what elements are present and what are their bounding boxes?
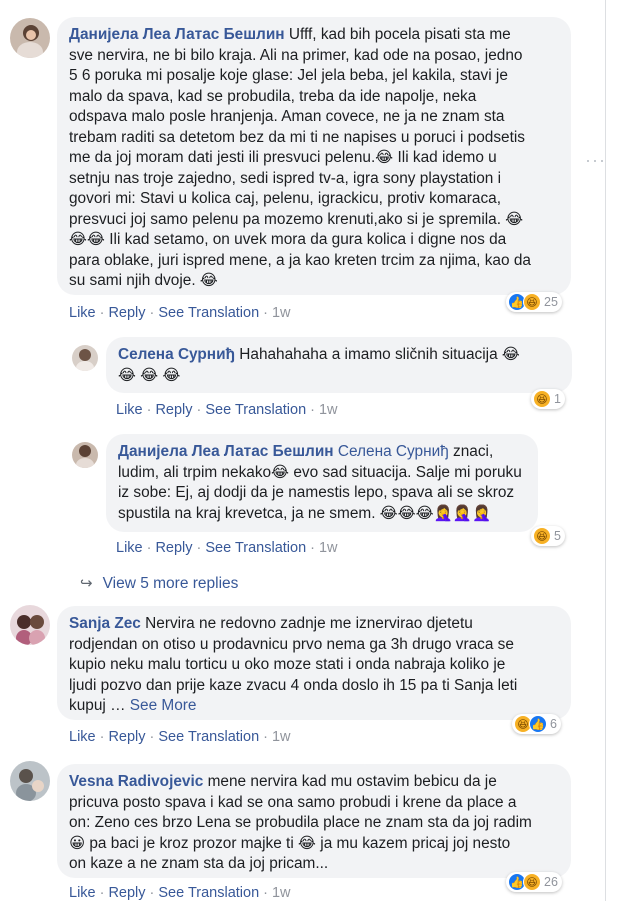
reaction-count: 5	[554, 529, 561, 543]
comment-text-line: 😀 pa baci je kroz prozor majke ti 😂 ja m…	[69, 834, 511, 852]
comment-text-line: ljudi pozvo dan prije kaze zvacu 4 onda …	[69, 676, 518, 694]
comment-text-line: rodjendan on otiso u prodavnicu prvo nem…	[69, 635, 514, 653]
timestamp[interactable]: 1w	[272, 885, 291, 901]
avatar-photo-icon	[10, 761, 50, 801]
reply-link[interactable]: Reply	[108, 885, 145, 901]
view-more-replies-link[interactable]: ↪ View 5 more replies	[80, 574, 238, 593]
haha-reaction-icon: 😆	[533, 390, 551, 408]
comment-actions: Like · Reply · See Translation · 1w	[69, 729, 291, 745]
comment-bubble: Sanja Zec Nervira ne redovno zadnje me i…	[57, 606, 571, 720]
comment-actions: Like · Reply · See Translation · 1w	[69, 305, 291, 321]
reaction-summary[interactable]: 👍 😆 25	[506, 292, 562, 312]
avatar-photo-icon	[10, 18, 50, 58]
view-more-label[interactable]: View 5 more replies	[103, 575, 239, 592]
comment-text-line: pricuva posto spava i kad se ona samo pr…	[69, 793, 517, 811]
see-translation-link[interactable]: See Translation	[158, 305, 259, 321]
see-more-link[interactable]: See More	[130, 697, 197, 714]
comment-actions: Like · Reply · See Translation · 1w	[116, 402, 338, 418]
comment-text-line: me da joj moram dati jesti ili presvuci …	[69, 149, 497, 166]
haha-reaction-icon: 😆	[533, 527, 551, 545]
like-link[interactable]: Like	[69, 729, 96, 745]
comment-text-line: kupuj …	[69, 697, 130, 714]
comment-actions: Like · Reply · See Translation · 1w	[116, 540, 338, 556]
comment-text-line: sve nervira, ne bi bilo kraja. Ali na pr…	[69, 46, 523, 64]
like-link[interactable]: Like	[69, 305, 96, 321]
like-link[interactable]: Like	[116, 402, 143, 418]
avatar[interactable]	[10, 761, 50, 801]
comment-text-line: setnju nas troje zajedno, sedi ispred tv…	[69, 169, 502, 187]
avatar-photo-icon	[72, 345, 98, 371]
comment-bubble: Vesna Radivojevic mene nervira kad mu os…	[57, 764, 571, 878]
avatar[interactable]	[10, 605, 50, 645]
comment-bubble: Данијела Леа Латас Бешлин Ufff, kad bih …	[57, 17, 571, 295]
see-translation-link[interactable]: See Translation	[158, 729, 259, 745]
more-options-icon[interactable]: ···	[585, 150, 606, 171]
comment-text-line: trebam raditi sa detetom bez da mi ti ne…	[69, 128, 525, 146]
comment-text-line: on: Zeno ces brzo Lena se probudila plac…	[69, 814, 532, 831]
comment-text-line: 😂😂 Ili kad setamo, on uvek mora da gura …	[69, 231, 507, 248]
comment-bubble: Данијела Леа Латас Бешлин Селена Сурниђ …	[106, 434, 538, 532]
comment-text-line: odspava malo posle hranjenja. Aman covec…	[69, 108, 505, 125]
comment-author[interactable]: Селена Сурниђ	[118, 346, 235, 363]
like-link[interactable]: Like	[116, 540, 143, 556]
mention-link[interactable]: Селена Сурниђ	[338, 443, 449, 460]
comment-author[interactable]: Vesna Radivojevic	[69, 773, 203, 790]
comment-text-line: govori mi: Stavi u kolica caj, pelenu, i…	[69, 190, 501, 207]
reaction-count: 25	[544, 295, 558, 309]
reaction-summary[interactable]: 😆 👍 6	[512, 714, 561, 734]
haha-reaction-icon: 😆	[523, 873, 541, 891]
comment-bubble: Селена Сурниђ Hahahahaha a imamo sličnih…	[106, 337, 572, 393]
reply-link[interactable]: Reply	[155, 540, 192, 556]
reaction-summary[interactable]: 😆 5	[531, 526, 565, 546]
reply-link[interactable]: Reply	[108, 305, 145, 321]
comment-text-line: iz sobe: Ej, aj dodji da je namestis lep…	[118, 484, 515, 501]
avatar[interactable]	[72, 345, 98, 371]
reply-link[interactable]: Reply	[155, 402, 192, 418]
comment-text-line: malo da spava, kad se probudila, treba d…	[69, 87, 477, 105]
reaction-count: 26	[544, 875, 558, 889]
comment-text-line: ludim, ali trpim nekako😂 evo sad situaci…	[118, 463, 522, 481]
comment-text-line: para oblake, juri ispred mene, a ja kao …	[69, 251, 531, 269]
comment-text-line: 5 6 poruka mi posalje koje glase: Jel je…	[69, 67, 508, 84]
comment-text-line: presvuci joj samo pelenu pa mozemo krenu…	[69, 210, 524, 228]
comment-actions: Like · Reply · See Translation · 1w	[69, 885, 291, 901]
reaction-count: 1	[554, 392, 561, 406]
see-translation-link[interactable]: See Translation	[205, 402, 306, 418]
comment-text-line: spustila na kraj krevetca, ja ne smem. 😂…	[118, 504, 492, 522]
comment-text-line: Ufff, kad bih pocela pisati sta me	[288, 26, 511, 43]
timestamp[interactable]: 1w	[319, 540, 338, 556]
reaction-summary[interactable]: 😆 1	[531, 389, 565, 409]
reply-link[interactable]: Reply	[108, 729, 145, 745]
comment-text-line: on kaze a ne znam sta da joj pricam...	[69, 855, 329, 872]
comment-text-line: 😂 😂 😂	[118, 366, 181, 384]
avatar[interactable]	[10, 18, 50, 58]
comment-text-line: Hahahahaha a imamo sličnih situacija 😂	[239, 346, 520, 363]
avatar[interactable]	[72, 442, 98, 468]
avatar-photo-icon	[10, 605, 50, 645]
comment-text-line: kupio neku malu torticu u oko moze stati…	[69, 656, 506, 673]
avatar-photo-icon	[72, 442, 98, 468]
comment-text-line: mene nervira kad mu ostavim bebicu da je	[207, 773, 497, 790]
timestamp[interactable]: 1w	[272, 305, 291, 321]
timestamp[interactable]: 1w	[319, 402, 338, 418]
comment-author[interactable]: Sanja Zec	[69, 615, 141, 632]
comment-author[interactable]: Данијела Леа Латас Бешлин	[118, 443, 334, 460]
see-translation-link[interactable]: See Translation	[205, 540, 306, 556]
see-translation-link[interactable]: See Translation	[158, 885, 259, 901]
reaction-count: 6	[550, 717, 557, 731]
haha-reaction-icon: 😆	[523, 293, 541, 311]
reply-arrow-icon: ↪	[80, 575, 93, 592]
reaction-summary[interactable]: 👍 😆 26	[506, 872, 562, 892]
scrollbar-track	[605, 0, 606, 901]
timestamp[interactable]: 1w	[272, 729, 291, 745]
comment-text-line: znaci,	[448, 443, 494, 460]
comment-text-line: su sami njih dvoje. 😂	[69, 272, 218, 289]
like-reaction-icon: 👍	[529, 715, 547, 733]
like-link[interactable]: Like	[69, 885, 96, 901]
comment-text-line: Nervira ne redovno zadnje me iznervirao …	[145, 615, 473, 632]
comment-author[interactable]: Данијела Леа Латас Бешлин	[69, 26, 285, 43]
